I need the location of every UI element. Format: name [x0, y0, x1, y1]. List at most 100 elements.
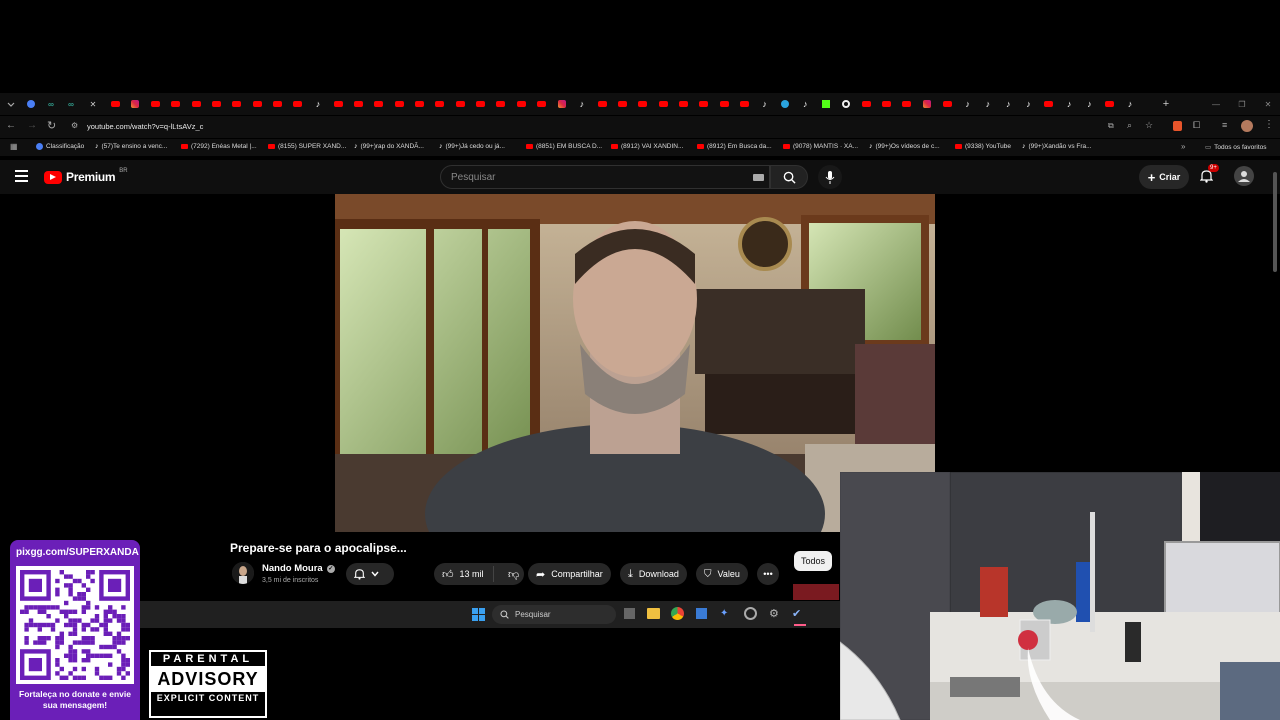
youtube-tab-icon[interactable]: [656, 98, 670, 110]
file-explorer-icon[interactable]: [647, 608, 660, 619]
instagram-tab-icon[interactable]: [128, 98, 142, 110]
tiktok-tab-icon[interactable]: ♪: [1062, 98, 1076, 110]
taskbar-search-input[interactable]: Pesquisar: [492, 605, 616, 624]
channel-name[interactable]: Nando Moura ✓: [262, 563, 335, 574]
youtube-tab-icon[interactable]: [494, 98, 508, 110]
share-button[interactable]: ➦ Compartilhar: [528, 563, 611, 585]
tiktok-tab-icon[interactable]: ♪: [798, 98, 812, 110]
youtube-tab-icon[interactable]: [169, 98, 183, 110]
bookmark-item[interactable]: (9078) MANTIS · XA...: [783, 143, 858, 150]
youtube-tab-icon[interactable]: [392, 98, 406, 110]
window-close-icon[interactable]: ✕: [1261, 98, 1275, 110]
app-icon[interactable]: ✔: [792, 607, 801, 620]
account-avatar[interactable]: [1234, 166, 1254, 186]
settings-gear-icon[interactable]: ⚙: [769, 607, 779, 620]
tiktok-tab-icon[interactable]: ♪: [575, 98, 589, 110]
search-input[interactable]: Pesquisar: [440, 165, 770, 189]
tiktok-tab-icon[interactable]: ♪: [981, 98, 995, 110]
youtube-tab-icon[interactable]: [1042, 98, 1056, 110]
kick-tab-icon[interactable]: [819, 98, 833, 110]
windows-start-icon[interactable]: [472, 608, 485, 621]
youtube-tab-icon[interactable]: [697, 98, 711, 110]
tab-favicon-link[interactable]: ∞: [64, 98, 78, 110]
like-button[interactable]: 👍︎ 13 mil: [434, 566, 494, 582]
instagram-tab-icon[interactable]: [920, 98, 934, 110]
bookmark-star-icon[interactable]: ☆: [1145, 120, 1153, 131]
extension-icon[interactable]: [1173, 121, 1182, 131]
recommended-thumbnail[interactable]: [793, 584, 839, 600]
youtube-tab-icon[interactable]: [108, 98, 122, 110]
tab-favicon-link[interactable]: ∞: [44, 98, 58, 110]
reload-icon[interactable]: ↻: [47, 119, 56, 132]
bookmark-item[interactable]: ♪ (99+)Os vídeos de c...: [869, 143, 940, 150]
maximize-icon[interactable]: ❐: [1235, 98, 1249, 110]
apps-grid-icon[interactable]: ▦: [10, 142, 18, 151]
bookmark-item[interactable]: ♪ (99+)rap do XANDÃ...: [354, 143, 424, 150]
keyboard-icon[interactable]: [753, 174, 764, 181]
tiktok-tab-icon[interactable]: ♪: [1082, 98, 1096, 110]
subscribed-bell-button[interactable]: [346, 563, 394, 585]
youtube-tab-icon[interactable]: [372, 98, 386, 110]
youtube-tab-icon[interactable]: [717, 98, 731, 110]
youtube-tab-icon[interactable]: [900, 98, 914, 110]
hamburger-menu-icon[interactable]: [15, 170, 28, 182]
obs-icon[interactable]: [744, 607, 757, 620]
youtube-tab-icon[interactable]: [250, 98, 264, 110]
youtube-tab-icon[interactable]: [676, 98, 690, 110]
bookmark-item[interactable]: ♪ (99+)Já cedo ou já...: [439, 143, 505, 150]
task-view-icon[interactable]: [624, 608, 635, 619]
browser-menu-icon[interactable]: ⋮: [1264, 119, 1274, 130]
google-tab-icon[interactable]: [839, 98, 853, 110]
tiktok-tab-icon[interactable]: ♪: [1001, 98, 1015, 110]
youtube-tab-icon[interactable]: [940, 98, 954, 110]
youtube-tab-icon[interactable]: [149, 98, 163, 110]
forward-icon[interactable]: →: [27, 120, 37, 131]
more-actions-button[interactable]: •••: [757, 563, 779, 585]
youtube-tab-icon[interactable]: [534, 98, 548, 110]
tiktok-tab-icon[interactable]: ♪: [961, 98, 975, 110]
youtube-tab-icon[interactable]: [453, 98, 467, 110]
all-bookmarks-folder[interactable]: ▭ Todos os favoritos: [1205, 143, 1267, 152]
url-text[interactable]: youtube.com/watch?v=q-lLtsAVz_c: [87, 122, 203, 131]
youtube-tab-icon[interactable]: [291, 98, 305, 110]
create-button[interactable]: + Criar: [1139, 165, 1189, 189]
channel-avatar[interactable]: [232, 562, 254, 584]
youtube-tab-icon[interactable]: [595, 98, 609, 110]
tiktok-tab-icon[interactable]: ♪: [1123, 98, 1137, 110]
instagram-tab-icon[interactable]: [555, 98, 569, 110]
media-icon[interactable]: ≡: [1222, 120, 1227, 130]
youtube-tab-icon[interactable]: [230, 98, 244, 110]
mic-button[interactable]: [818, 165, 842, 189]
filter-chip-all[interactable]: Todos: [794, 551, 833, 571]
tab-list-chevron-icon[interactable]: [4, 98, 18, 110]
zoom-icon[interactable]: ⌕: [1127, 120, 1132, 131]
youtube-tab-icon[interactable]: [616, 98, 630, 110]
youtube-tab-icon[interactable]: [514, 98, 528, 110]
page-scrollbar[interactable]: [1273, 172, 1277, 272]
tiktok-tab-icon[interactable]: ♪: [1022, 98, 1036, 110]
youtube-tab-icon[interactable]: [636, 98, 650, 110]
tab-close-icon[interactable]: ✕: [86, 98, 100, 110]
install-app-icon[interactable]: ⧉: [1108, 121, 1114, 131]
bookmark-item[interactable]: ♪ (99+)Xandão vs Fra...: [1022, 143, 1092, 150]
youtube-tab-icon[interactable]: [737, 98, 751, 110]
minimize-icon[interactable]: —: [1209, 98, 1223, 110]
more-bookmarks-icon[interactable]: »: [1181, 142, 1185, 151]
chrome-icon[interactable]: [671, 607, 684, 620]
site-info-icon[interactable]: ⚙: [71, 121, 78, 130]
youtube-tab-icon[interactable]: [210, 98, 224, 110]
back-icon[interactable]: ←: [6, 120, 16, 131]
bookmark-item[interactable]: (8155) SUPER XAND...: [268, 143, 346, 150]
search-button[interactable]: [770, 165, 808, 189]
bookmark-item[interactable]: (8912) Em Busca da...: [697, 143, 772, 150]
tiktok-tab-icon[interactable]: ♪: [311, 98, 325, 110]
bookmark-item[interactable]: (8851) EM BUSCA D...: [526, 143, 602, 150]
dislike-button[interactable]: 👎︎: [500, 568, 519, 581]
youtube-tab-icon[interactable]: [413, 98, 427, 110]
bookmark-item[interactable]: ♪ (57)Te ensino a venc...: [95, 143, 167, 150]
youtube-premium-logo[interactable]: Premium BR: [44, 168, 128, 184]
youtube-tab-icon[interactable]: [352, 98, 366, 110]
youtube-tab-icon[interactable]: [1103, 98, 1117, 110]
thanks-button[interactable]: ⛉ Valeu: [696, 563, 748, 585]
youtube-tab-icon[interactable]: [331, 98, 345, 110]
